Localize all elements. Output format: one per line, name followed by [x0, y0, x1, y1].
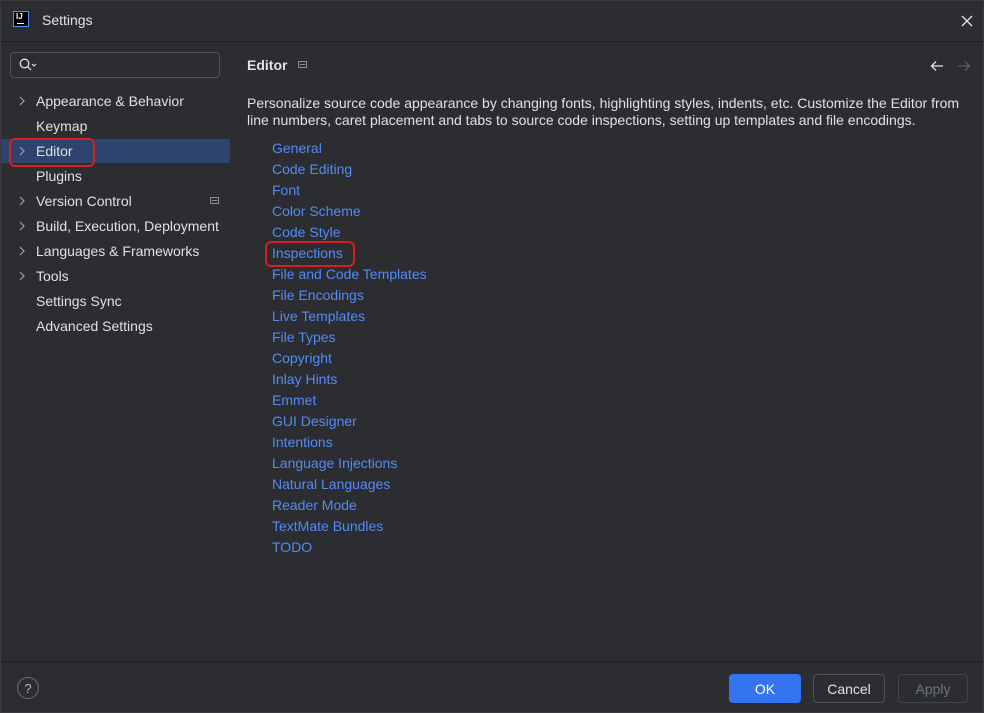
sidebar-item-label: Plugins — [36, 168, 82, 184]
link-intentions[interactable]: Intentions — [272, 434, 333, 450]
link-general[interactable]: General — [272, 140, 322, 156]
search-icon — [19, 58, 37, 71]
sidebar-item-settings-sync[interactable]: Settings Sync — [1, 289, 230, 313]
sidebar-item-label: Advanced Settings — [36, 318, 153, 334]
cancel-button[interactable]: Cancel — [813, 674, 885, 703]
sidebar-item-keymap[interactable]: Keymap — [1, 114, 230, 138]
link-inlay-hints[interactable]: Inlay Hints — [272, 371, 337, 387]
link-gui-designer[interactable]: GUI Designer — [272, 413, 357, 429]
link-live-templates[interactable]: Live Templates — [272, 308, 365, 324]
project-level-icon — [298, 61, 307, 68]
sidebar-item-label: Build, Execution, Deployment — [36, 218, 219, 234]
sidebar-item-advanced-settings[interactable]: Advanced Settings — [1, 314, 230, 338]
sidebar-item-label: Settings Sync — [36, 293, 122, 309]
sidebar-item-label: Appearance & Behavior — [36, 93, 184, 109]
project-level-icon — [210, 197, 219, 204]
title-divider — [1, 41, 983, 42]
chevron-right-icon — [19, 196, 25, 206]
link-file-and-code-templates[interactable]: File and Code Templates — [272, 266, 427, 282]
highlight-box-editor — [9, 138, 95, 167]
sidebar-item-label: Tools — [36, 268, 69, 284]
ok-button[interactable]: OK — [729, 674, 801, 703]
link-color-scheme[interactable]: Color Scheme — [272, 203, 361, 219]
link-language-injections[interactable]: Language Injections — [272, 455, 397, 471]
arrow-left-icon[interactable] — [929, 59, 945, 73]
link-code-editing[interactable]: Code Editing — [272, 161, 352, 177]
link-natural-languages[interactable]: Natural Languages — [272, 476, 390, 492]
search-input[interactable] — [10, 52, 220, 78]
footer-divider — [1, 661, 983, 662]
sidebar-item-plugins[interactable]: Plugins — [1, 164, 230, 188]
sidebar-item-appearance-behavior[interactable]: Appearance & Behavior — [1, 89, 230, 113]
chevron-right-icon — [19, 271, 25, 281]
link-emmet[interactable]: Emmet — [272, 392, 316, 408]
link-copyright[interactable]: Copyright — [272, 350, 332, 366]
chevron-right-icon — [19, 246, 25, 256]
link-file-encodings[interactable]: File Encodings — [272, 287, 364, 303]
title-bar: IJ Settings — [1, 1, 983, 41]
link-reader-mode[interactable]: Reader Mode — [272, 497, 357, 513]
sidebar-item-label: Languages & Frameworks — [36, 243, 200, 259]
link-textmate-bundles[interactable]: TextMate Bundles — [272, 518, 383, 534]
close-icon — [961, 15, 973, 27]
page-description: Personalize source code appearance by ch… — [247, 95, 960, 128]
help-button[interactable]: ? — [17, 677, 39, 699]
chevron-right-icon — [19, 96, 25, 106]
sidebar-item-version-control[interactable]: Version Control — [1, 189, 230, 213]
sidebar-item-build-execution-deployment[interactable]: Build, Execution, Deployment — [1, 214, 230, 238]
link-file-types[interactable]: File Types — [272, 329, 336, 345]
link-font[interactable]: Font — [272, 182, 300, 198]
page-title: Editor — [247, 57, 288, 73]
window-title: Settings — [42, 12, 93, 28]
settings-dialog: IJ Settings Appearance & Behavior Keymap… — [0, 0, 984, 713]
sidebar-item-label: Version Control — [36, 193, 132, 209]
close-button[interactable] — [956, 10, 978, 32]
arrow-right-icon[interactable] — [956, 59, 972, 73]
apply-button[interactable]: Apply — [898, 674, 968, 703]
highlight-box-inspections — [265, 241, 355, 267]
intellij-app-icon: IJ — [13, 11, 29, 27]
sidebar-item-languages-frameworks[interactable]: Languages & Frameworks — [1, 239, 230, 263]
chevron-right-icon — [19, 221, 25, 231]
sidebar-item-label: Keymap — [36, 118, 88, 134]
sidebar-item-tools[interactable]: Tools — [1, 264, 230, 288]
link-code-style[interactable]: Code Style — [272, 224, 340, 240]
link-todo[interactable]: TODO — [272, 539, 312, 555]
help-icon: ? — [24, 680, 32, 696]
